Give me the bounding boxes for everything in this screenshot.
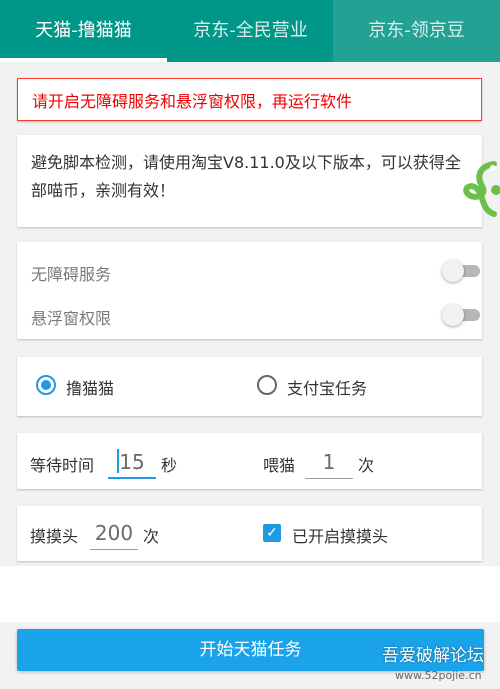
tab-tmall-cat[interactable]: 天猫-撸猫猫 [0, 0, 167, 62]
permissions-card: 无障碍服务 悬浮窗权限 [17, 242, 482, 339]
tab-jd-business[interactable]: 京东-全民营业 [167, 0, 334, 62]
feed-cat-label: 喂猫 [263, 456, 296, 475]
toggle-thumb [442, 260, 464, 282]
warning-card: 请开启无障碍服务和悬浮窗权限，再运行软件 [17, 78, 482, 121]
radio-alipay-mode[interactable] [257, 375, 277, 395]
floating-logo-icon [463, 161, 500, 217]
watermark-url: www.52pojie.cn [395, 669, 482, 682]
feed-count-value: 1 [322, 450, 336, 474]
touch-head-label: 摸摸头 [30, 527, 79, 546]
text-caret [117, 449, 119, 473]
radio-cat-mode[interactable] [36, 375, 56, 395]
feed-count-unit: 次 [358, 456, 375, 475]
accessibility-label: 无障碍服务 [31, 265, 112, 284]
wait-time-label: 等待时间 [30, 456, 95, 475]
checkmark-icon: ✓ [266, 525, 278, 541]
timing-card: 等待时间 15 秒 喂猫 1 次 [17, 433, 482, 489]
touch-count-unit: 次 [143, 527, 160, 546]
overlay-permission-label: 悬浮窗权限 [31, 309, 112, 328]
empty-area [0, 566, 500, 622]
touch-count-input[interactable]: 200 [90, 516, 138, 550]
note-text: 避免脚本检测，请使用淘宝V8.11.0及以下版本，可以获得全部喵币，亲测有效！ [31, 153, 461, 200]
tab-bar: 天猫-撸猫猫 京东-全民营业 京东-领京豆 [0, 0, 500, 62]
touch-count-value: 200 [94, 521, 134, 545]
touch-enabled-label[interactable]: 已开启摸摸头 [292, 523, 388, 547]
tab-indicator [0, 58, 167, 62]
toggle-thumb [442, 304, 464, 326]
wait-time-unit: 秒 [161, 456, 178, 475]
feed-count-input[interactable]: 1 [305, 445, 353, 479]
wait-time-input[interactable]: 15 [108, 445, 156, 479]
touch-enabled-checkbox[interactable]: ✓ [263, 524, 281, 542]
tab-jd-beans[interactable]: 京东-领京豆 [333, 0, 500, 62]
warning-text: 请开启无障碍服务和悬浮窗权限，再运行软件 [32, 92, 353, 111]
radio-alipay-mode-label[interactable]: 支付宝任务 [287, 375, 367, 399]
overlay-permission-toggle[interactable] [442, 304, 480, 326]
wait-time-value: 15 [119, 450, 145, 474]
radio-cat-mode-label[interactable]: 撸猫猫 [66, 375, 114, 399]
mode-card: 撸猫猫 支付宝任务 [17, 357, 482, 416]
note-card: 避免脚本检测，请使用淘宝V8.11.0及以下版本，可以获得全部喵币，亲测有效！ [17, 135, 482, 227]
accessibility-toggle[interactable] [442, 260, 480, 282]
touch-card: 摸摸头 200 次 ✓ 已开启摸摸头 [17, 506, 482, 561]
watermark-title: 吾爱破解论坛 [382, 646, 484, 666]
